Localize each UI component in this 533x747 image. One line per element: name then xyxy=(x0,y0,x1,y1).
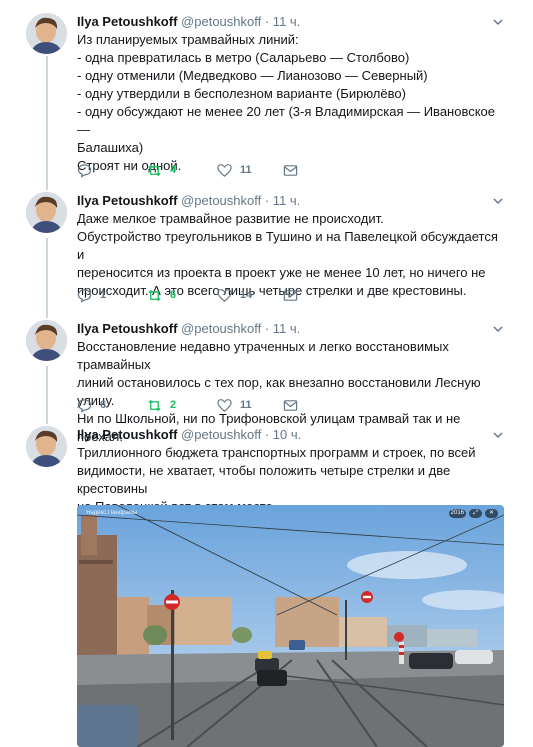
author-name[interactable]: Ilya Petoushkoff xyxy=(77,193,177,208)
envelope-icon xyxy=(283,289,298,301)
author-handle[interactable]: @petoushkoff xyxy=(181,427,261,442)
like-button[interactable]: 14 xyxy=(217,287,252,303)
retweet-button[interactable]: 6 xyxy=(147,287,176,303)
tweet-actions: 4 11 xyxy=(77,162,317,178)
reply-count: 1 xyxy=(100,289,107,301)
reply-button[interactable]: 6 xyxy=(77,397,106,413)
tweet-header: Ilya Petoushkoff @petoushkoff · 10 ч. xyxy=(77,426,503,444)
like-count: 11 xyxy=(240,164,252,176)
timestamp[interactable]: · 10 ч. xyxy=(265,427,301,442)
retweet-icon xyxy=(148,399,161,411)
reply-icon xyxy=(77,163,92,178)
thread-line xyxy=(46,238,48,318)
thread-line xyxy=(46,56,48,190)
reply-icon xyxy=(77,398,92,413)
avatar[interactable] xyxy=(26,13,67,54)
like-count: 14 xyxy=(240,289,253,301)
dm-button[interactable] xyxy=(283,287,298,303)
timestamp[interactable]: · 11 ч. xyxy=(265,193,300,208)
like-count: 11 xyxy=(240,399,252,411)
like-button[interactable]: 11 xyxy=(217,162,252,178)
author-handle[interactable]: @petoushkoff xyxy=(181,14,261,29)
heart-icon xyxy=(217,288,232,302)
envelope-icon xyxy=(283,399,298,411)
author-name[interactable]: Ilya Petoushkoff xyxy=(77,14,177,29)
author-name[interactable]: Ilya Petoushkoff xyxy=(77,321,177,336)
reply-button[interactable] xyxy=(77,162,100,178)
retweet-button[interactable]: 2 xyxy=(147,397,176,413)
tweet-actions: 1 6 14 xyxy=(77,287,317,303)
dm-button[interactable] xyxy=(283,162,298,178)
author-handle[interactable]: @petoushkoff xyxy=(181,193,261,208)
tweet-header: Ilya Petoushkoff @petoushkoff · 11 ч. xyxy=(77,13,503,31)
author-name[interactable]: Ilya Petoushkoff xyxy=(77,427,177,442)
retweet-icon xyxy=(148,164,161,176)
retweet-count: 2 xyxy=(170,399,177,411)
thread-line xyxy=(46,366,48,424)
tweet-text: Из планируемых трамвайных линий: - одна … xyxy=(77,32,496,173)
avatar[interactable] xyxy=(26,426,67,467)
reply-icon xyxy=(77,288,92,303)
panorama-minimap[interactable] xyxy=(77,705,137,747)
tweet-header: Ilya Petoushkoff @petoushkoff · 11 ч. xyxy=(77,192,503,210)
like-button[interactable]: 11 xyxy=(217,397,252,413)
street-panorama-image xyxy=(77,505,504,747)
reply-button[interactable]: 1 xyxy=(77,287,106,303)
timestamp[interactable]: · 11 ч. xyxy=(265,14,300,29)
heart-icon xyxy=(217,398,232,412)
chevron-down-icon[interactable] xyxy=(492,195,504,207)
retweet-count: 4 xyxy=(170,164,177,176)
tweet-actions: 6 2 11 xyxy=(77,397,317,413)
chevron-down-icon[interactable] xyxy=(492,323,504,335)
avatar[interactable] xyxy=(26,320,67,361)
avatar[interactable] xyxy=(26,192,67,233)
retweet-button[interactable]: 4 xyxy=(147,162,176,178)
retweet-icon xyxy=(148,289,161,301)
panorama-year-button[interactable]: 2016 xyxy=(448,509,466,518)
panorama-logo: Яндекс.Панорамы xyxy=(86,510,138,516)
chevron-down-icon[interactable] xyxy=(492,16,504,28)
timestamp[interactable]: · 11 ч. xyxy=(265,321,300,336)
chevron-down-icon[interactable] xyxy=(492,429,504,441)
panorama-controls: 2016 ⤢ ✕ xyxy=(448,509,498,518)
dm-button[interactable] xyxy=(283,397,298,413)
panorama-close-button[interactable]: ✕ xyxy=(485,509,498,518)
heart-icon xyxy=(217,163,232,177)
tweet-header: Ilya Petoushkoff @petoushkoff · 11 ч. xyxy=(77,320,503,338)
author-handle[interactable]: @petoushkoff xyxy=(181,321,261,336)
envelope-icon xyxy=(283,164,298,176)
reply-count: 6 xyxy=(100,399,107,411)
attached-photo[interactable]: Яндекс.Панорамы 2016 ⤢ ✕ xyxy=(77,505,504,747)
panorama-expand-button[interactable]: ⤢ xyxy=(469,509,482,518)
retweet-count: 6 xyxy=(170,289,177,301)
